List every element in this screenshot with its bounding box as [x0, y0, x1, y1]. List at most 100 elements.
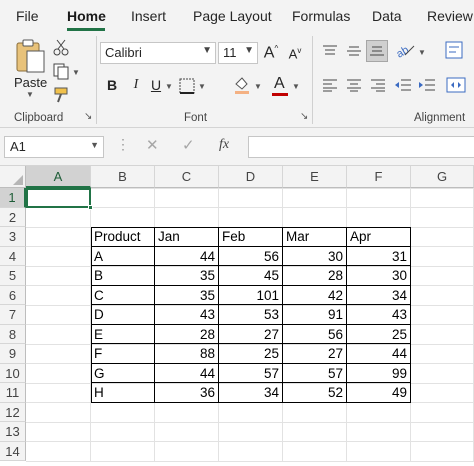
align-right-icon[interactable] — [370, 78, 386, 92]
align-top-icon[interactable] — [322, 44, 338, 58]
dialog-launcher-icon[interactable]: ↘ — [84, 111, 92, 122]
table-cell[interactable]: F — [91, 344, 155, 364]
column-header-f[interactable]: F — [347, 166, 411, 188]
italic-button[interactable]: I — [126, 77, 146, 93]
row-header-9[interactable]: 9 — [0, 344, 26, 364]
fill-color-dropdown-icon[interactable]: ▼ — [254, 82, 262, 91]
row-header-4[interactable]: 4 — [0, 246, 26, 266]
row-header-12[interactable]: 12 — [0, 402, 26, 422]
merge-center-icon[interactable] — [446, 76, 466, 94]
table-cell[interactable]: 30 — [347, 266, 411, 286]
table-cell[interactable]: 53 — [219, 305, 283, 325]
table-cell[interactable]: 49 — [347, 383, 411, 403]
grow-font-button[interactable]: A^ — [261, 44, 281, 62]
table-cell[interactable]: 88 — [155, 344, 219, 364]
align-bottom-button[interactable] — [366, 40, 388, 62]
tab-data[interactable]: Data — [372, 8, 402, 24]
tab-insert[interactable]: Insert — [131, 8, 166, 24]
worksheet-grid[interactable]: A B C D E F G 1 2 3 4 5 6 7 8 9 10 11 12 13 14 Product Jan Feb M… — [0, 166, 474, 466]
row-header-8[interactable]: 8 — [0, 324, 26, 344]
decrease-indent-icon[interactable] — [394, 78, 412, 92]
select-all-button[interactable] — [0, 166, 26, 188]
table-cell[interactable]: 57 — [219, 363, 283, 383]
table-cell[interactable]: 34 — [347, 285, 411, 305]
table-cell[interactable]: 44 — [155, 363, 219, 383]
table-cell[interactable]: 43 — [155, 305, 219, 325]
table-header-cell[interactable]: Product — [91, 227, 155, 247]
table-cell[interactable]: E — [91, 324, 155, 344]
table-cell[interactable]: 43 — [347, 305, 411, 325]
insert-function-icon[interactable]: fx — [219, 137, 229, 153]
column-header-e[interactable]: E — [283, 166, 347, 188]
row-header-6[interactable]: 6 — [0, 285, 26, 305]
table-header-cell[interactable]: Mar — [283, 227, 347, 247]
cut-icon[interactable] — [53, 38, 69, 56]
tab-home[interactable]: Home — [67, 8, 106, 24]
table-cell[interactable]: 28 — [283, 266, 347, 286]
font-size-combo[interactable]: 11 ▼ — [218, 42, 258, 64]
borders-dropdown-icon[interactable]: ▼ — [198, 82, 206, 91]
wrap-text-icon[interactable] — [444, 40, 464, 60]
table-cell[interactable]: 36 — [155, 383, 219, 403]
table-cell[interactable]: 52 — [283, 383, 347, 403]
table-cell[interactable]: 25 — [219, 344, 283, 364]
table-header-cell[interactable]: Apr — [347, 227, 411, 247]
format-painter-icon[interactable] — [52, 86, 70, 104]
underline-button[interactable]: U — [146, 77, 166, 93]
row-header-5[interactable]: 5 — [0, 266, 26, 286]
fill-handle[interactable] — [88, 205, 93, 210]
tab-page-layout[interactable]: Page Layout — [193, 8, 272, 24]
row-header-1[interactable]: 1 — [0, 188, 26, 208]
table-cell[interactable]: 45 — [219, 266, 283, 286]
column-header-c[interactable]: C — [155, 166, 219, 188]
table-cell[interactable]: 27 — [283, 344, 347, 364]
align-center-icon[interactable] — [346, 78, 362, 92]
table-cell[interactable]: 28 — [155, 324, 219, 344]
table-cell[interactable]: 25 — [347, 324, 411, 344]
row-header-2[interactable]: 2 — [0, 207, 26, 227]
table-cell[interactable]: 57 — [283, 363, 347, 383]
table-cell[interactable]: 101 — [219, 285, 283, 305]
more-options-icon[interactable]: ⋮ — [116, 136, 130, 153]
table-cell[interactable]: H — [91, 383, 155, 403]
paste-button[interactable]: Paste ▼ — [10, 36, 52, 99]
row-header-10[interactable]: 10 — [0, 363, 26, 383]
font-color-dropdown-icon[interactable]: ▼ — [292, 82, 300, 91]
table-cell[interactable]: 56 — [283, 324, 347, 344]
table-cell[interactable]: 34 — [219, 383, 283, 403]
table-cell[interactable]: 30 — [283, 246, 347, 266]
orientation-icon[interactable]: ab — [395, 41, 417, 59]
row-header-3[interactable]: 3 — [0, 227, 26, 247]
align-middle-icon[interactable] — [346, 44, 362, 58]
name-box[interactable]: A1 ▼ — [4, 136, 104, 158]
active-cell-selection[interactable] — [26, 188, 91, 208]
table-cell[interactable]: 31 — [347, 246, 411, 266]
font-name-combo[interactable]: Calibri ▼ — [100, 42, 216, 64]
row-header-7[interactable]: 7 — [0, 305, 26, 325]
copy-icon[interactable] — [52, 62, 70, 80]
column-header-d[interactable]: D — [219, 166, 283, 188]
row-header-11[interactable]: 11 — [0, 383, 26, 403]
align-left-icon[interactable] — [322, 78, 338, 92]
table-header-cell[interactable]: Jan — [155, 227, 219, 247]
table-cell[interactable]: 91 — [283, 305, 347, 325]
table-cell[interactable]: 42 — [283, 285, 347, 305]
bold-button[interactable]: B — [102, 77, 122, 93]
table-cell[interactable]: A — [91, 246, 155, 266]
column-header-g[interactable]: G — [411, 166, 474, 188]
table-cell[interactable]: 35 — [155, 285, 219, 305]
row-header-14[interactable]: 14 — [0, 441, 26, 461]
table-cell[interactable]: 56 — [219, 246, 283, 266]
column-header-a[interactable]: A — [26, 166, 91, 188]
dialog-launcher-icon[interactable]: ↘ — [300, 111, 308, 122]
tab-file[interactable]: File — [16, 8, 39, 24]
table-cell[interactable]: G — [91, 363, 155, 383]
table-cell[interactable]: 44 — [347, 344, 411, 364]
table-cell[interactable]: D — [91, 305, 155, 325]
underline-dropdown-icon[interactable]: ▼ — [165, 82, 173, 91]
table-cell[interactable]: 44 — [155, 246, 219, 266]
tab-formulas[interactable]: Formulas — [292, 8, 350, 24]
column-header-b[interactable]: B — [91, 166, 155, 188]
table-header-cell[interactable]: Feb — [219, 227, 283, 247]
row-header-13[interactable]: 13 — [0, 422, 26, 442]
